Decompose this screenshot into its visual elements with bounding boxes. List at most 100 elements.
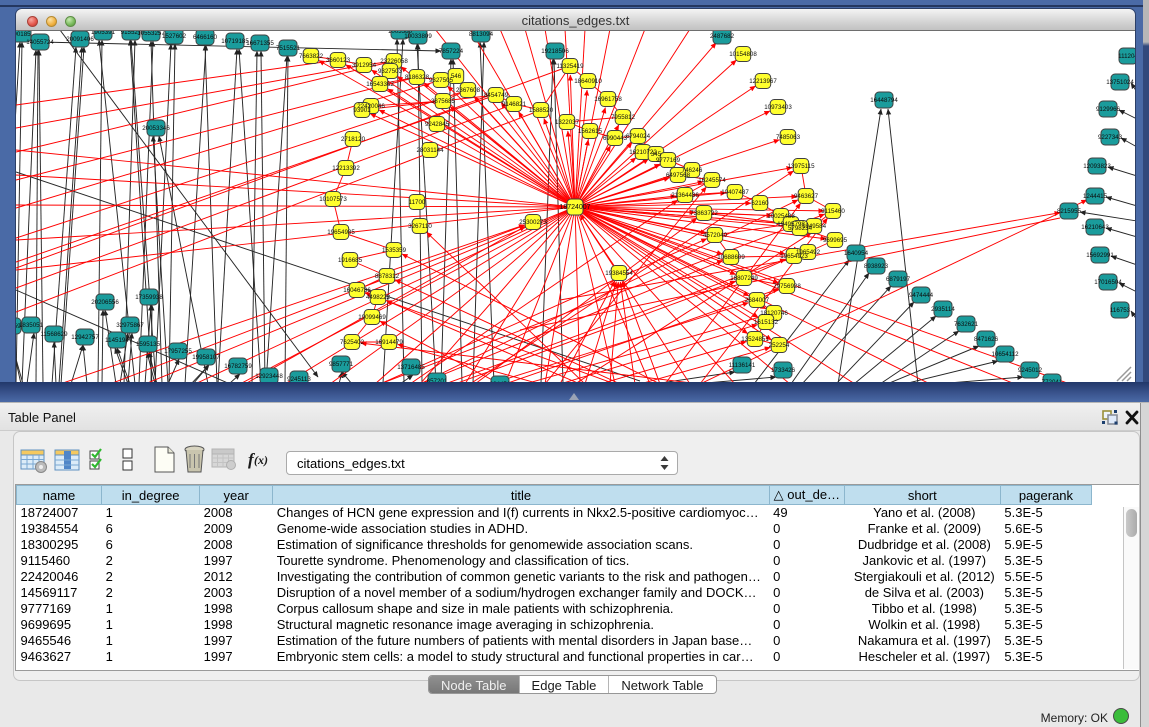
svg-text:39159: 39159 [16, 323, 21, 330]
svg-text:9777169: 9777169 [656, 157, 681, 164]
svg-text:1527602: 1527602 [162, 33, 187, 40]
svg-text:7632621: 7632621 [954, 321, 979, 328]
svg-text:10654112: 10654112 [991, 351, 1019, 358]
svg-text:10033809: 10033809 [404, 33, 432, 40]
svg-text:12923448: 12923448 [255, 373, 283, 380]
svg-text:19218506: 19218506 [541, 48, 569, 55]
svg-text:16782759: 16782759 [224, 363, 252, 370]
svg-text:116753: 116753 [1110, 307, 1131, 314]
svg-text:13975115: 13975115 [787, 163, 815, 170]
svg-text:15692991: 15692991 [1086, 252, 1114, 259]
svg-text:16046736: 16046736 [343, 287, 371, 294]
svg-text:9699695: 9699695 [823, 237, 848, 244]
svg-text:18640910: 18640910 [574, 78, 602, 85]
svg-text:8938923: 8938923 [864, 263, 889, 270]
svg-text:13751024: 13751024 [1106, 79, 1134, 86]
svg-text:16210643: 16210643 [1081, 224, 1109, 231]
svg-text:14055724: 14055724 [26, 39, 54, 46]
svg-text:1562615: 1562615 [578, 128, 603, 135]
svg-text:10025488: 10025488 [767, 213, 795, 220]
svg-text:1905391: 1905391 [91, 31, 116, 36]
svg-text:20091406: 20091406 [66, 36, 94, 43]
svg-text:12942757: 12942757 [71, 334, 99, 341]
svg-text:11700: 11700 [409, 199, 426, 206]
svg-text:1640954: 1640954 [844, 250, 869, 257]
svg-text:28031144: 28031144 [416, 147, 444, 154]
svg-text:12213392: 12213392 [332, 165, 360, 172]
svg-text:9474444: 9474444 [909, 292, 934, 299]
svg-text:17957255: 17957255 [164, 348, 192, 355]
svg-text:20206556: 20206556 [91, 299, 119, 306]
svg-text:2935114: 2935114 [931, 306, 955, 313]
svg-text:3912954: 3912954 [352, 62, 377, 69]
svg-text:19958107: 19958107 [192, 354, 220, 361]
svg-text:1965492: 1965492 [796, 249, 821, 256]
svg-text:10107573: 10107573 [319, 196, 347, 203]
svg-text:546: 546 [451, 73, 462, 80]
svg-text:9463627: 9463627 [794, 193, 819, 200]
svg-text:1733426: 1733426 [771, 367, 796, 374]
svg-text:8813094: 8813094 [469, 31, 494, 38]
svg-text:1916685: 1916685 [338, 257, 363, 264]
svg-text:111204: 111204 [1118, 53, 1135, 60]
svg-text:16543362: 16543362 [366, 81, 394, 88]
svg-text:9327503: 9327503 [378, 68, 403, 75]
svg-text:10154808: 10154808 [729, 51, 757, 58]
svg-text:11136141: 11136141 [729, 362, 756, 369]
svg-text:3267110: 3267110 [408, 223, 432, 230]
svg-text:16961758: 16961758 [594, 96, 622, 103]
svg-text:10407487: 10407487 [721, 189, 749, 196]
svg-text:3875685: 3875685 [431, 98, 456, 105]
svg-text:1588520: 1588520 [529, 107, 554, 114]
svg-text:10973403: 10973403 [764, 104, 792, 111]
svg-text:12213967: 12213967 [749, 78, 777, 85]
svg-text:1835051: 1835051 [19, 322, 44, 329]
svg-text:1244415: 1244415 [1083, 193, 1108, 200]
svg-text:2718120: 2718120 [341, 136, 366, 143]
svg-text:25300273: 25300273 [519, 219, 547, 226]
svg-text:9245012: 9245012 [1018, 367, 1043, 374]
svg-text:18807249: 18807249 [730, 275, 758, 282]
svg-text:16914479: 16914479 [375, 339, 403, 346]
svg-text:7955812: 7955812 [611, 114, 636, 121]
svg-text:6497568: 6497568 [666, 172, 691, 179]
svg-text:8878312: 8878312 [375, 273, 400, 280]
svg-text:73863722: 73863722 [690, 210, 718, 217]
svg-text:19654985: 19654985 [327, 229, 355, 236]
svg-text:62160: 62160 [751, 200, 769, 207]
svg-text:9227343: 9227343 [1098, 134, 1123, 141]
svg-text:1595135: 1595135 [136, 341, 161, 348]
svg-text:13716485: 13716485 [397, 364, 425, 371]
svg-text:16245574: 16245574 [698, 177, 726, 184]
svg-text:79756928: 79756928 [773, 283, 801, 290]
svg-text:9129966: 9129966 [1096, 106, 1121, 113]
svg-text:1535359: 1535359 [382, 247, 407, 254]
svg-text:18724007: 18724007 [559, 204, 590, 211]
svg-text:17016504: 17016504 [1094, 279, 1122, 286]
svg-text:90185: 90185 [16, 31, 31, 38]
svg-text:16671355: 16671355 [246, 40, 274, 47]
svg-text:7485063: 7485063 [776, 134, 801, 141]
svg-text:1145194: 1145194 [105, 337, 129, 344]
svg-text:8454749: 8454749 [484, 92, 509, 99]
svg-text:9857771: 9857771 [329, 361, 354, 368]
svg-text:1615132: 1615132 [754, 319, 779, 326]
svg-text:(x): (x) [254, 453, 268, 467]
svg-text:9146821: 9146821 [502, 101, 527, 108]
svg-text:6794024: 6794024 [626, 133, 651, 140]
svg-text:21364436: 21364436 [671, 192, 699, 199]
svg-text:16448794: 16448794 [870, 97, 898, 104]
svg-text:32975867: 32975867 [116, 322, 144, 329]
svg-text:93901: 93901 [353, 107, 371, 114]
svg-text:7515521: 7515521 [276, 45, 301, 52]
svg-text:5798234: 5798234 [788, 225, 813, 232]
svg-text:20053346: 20053346 [142, 125, 170, 132]
svg-text:23226058: 23226058 [380, 58, 408, 65]
svg-text:7663822: 7663822 [299, 53, 324, 60]
svg-text:8215955: 8215955 [1057, 208, 1082, 215]
svg-text:7625402: 7625402 [340, 339, 365, 346]
svg-text:13524851: 13524851 [741, 336, 769, 343]
svg-text:2684007: 2684007 [745, 297, 770, 304]
svg-text:4498222: 4498222 [366, 294, 391, 301]
svg-text:18120746: 18120746 [760, 310, 788, 317]
